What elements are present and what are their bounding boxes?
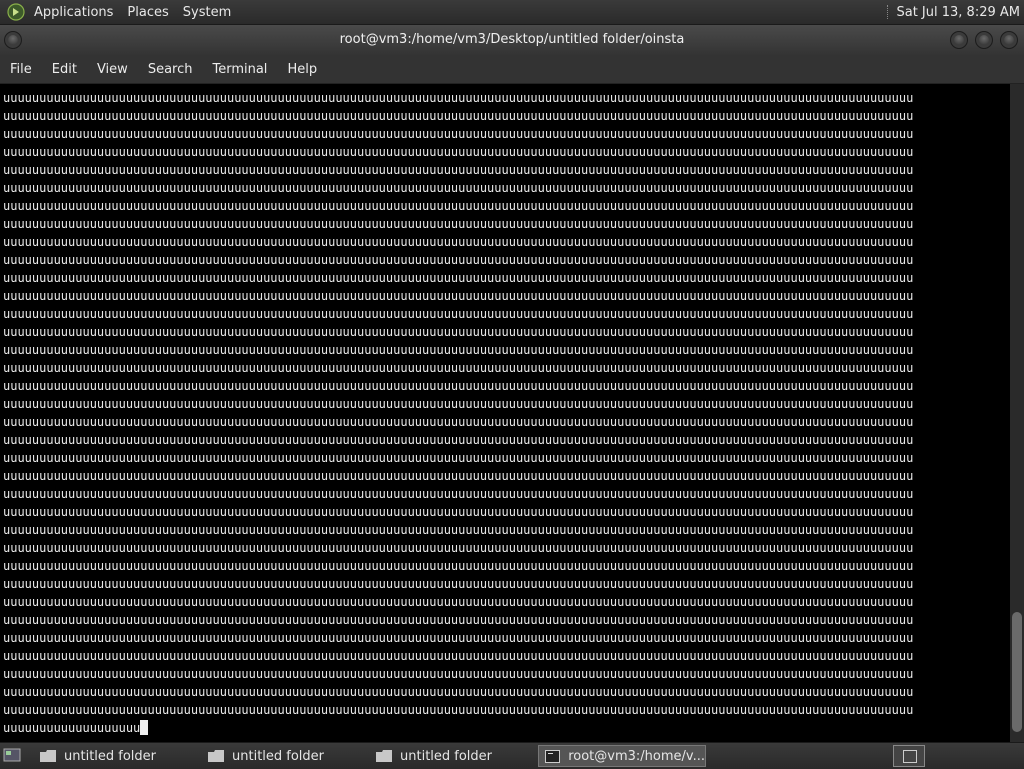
menubar: File Edit View Search Terminal Help — [0, 56, 1024, 84]
taskbar-item-terminal[interactable]: root@vm3:/home/v... — [538, 745, 706, 767]
window-title: root@vm3:/home/vm3/Desktop/untitled fold… — [339, 32, 685, 47]
menu-file[interactable]: File — [0, 62, 42, 77]
terminal-cursor — [140, 720, 149, 735]
show-desktop-icon[interactable] — [3, 747, 21, 763]
terminal-icon — [545, 749, 561, 763]
minimize-button[interactable] — [950, 31, 968, 49]
bottom-panel: untitled folder untitled folder untitled… — [0, 742, 1024, 769]
taskbar-item-folder-3[interactable]: untitled folder — [370, 745, 538, 767]
terminal-scrollbar[interactable] — [1010, 84, 1024, 742]
workspace-switcher[interactable] — [893, 745, 925, 767]
taskbar-item-label: untitled folder — [232, 748, 325, 764]
taskbar-item-label: untitled folder — [64, 748, 157, 764]
taskbar-item-folder-2[interactable]: untitled folder — [202, 745, 370, 767]
folder-icon — [40, 750, 56, 762]
menu-help[interactable]: Help — [277, 62, 327, 77]
applications-menu[interactable]: Applications — [27, 5, 120, 20]
clock-area: Sat Jul 13, 8:29 AM — [887, 0, 1020, 24]
top-panel: Applications Places System Sat Jul 13, 8… — [0, 0, 1024, 25]
close-button[interactable] — [1000, 31, 1018, 49]
folder-icon — [208, 750, 224, 762]
menu-terminal[interactable]: Terminal — [202, 62, 277, 77]
scrollbar-thumb[interactable] — [1012, 612, 1022, 732]
taskbar-item-label: untitled folder — [400, 748, 493, 764]
terminal-output[interactable]: uuuuuuuuuuuuuuuuuuuuuuuuuuuuuuuuuuuuuuuu… — [0, 84, 1010, 742]
taskbar-item-label: root@vm3:/home/v... — [568, 748, 705, 764]
terminal-text: uuuuuuuuuuuuuuuuuuuuuuuuuuuuuuuuuuuuuuuu… — [3, 91, 914, 735]
panel-separator — [887, 5, 890, 19]
folder-icon — [376, 750, 392, 762]
clock[interactable]: Sat Jul 13, 8:29 AM — [896, 5, 1020, 20]
places-menu[interactable]: Places — [120, 5, 175, 20]
menu-edit[interactable]: Edit — [42, 62, 87, 77]
system-menu[interactable]: System — [176, 5, 238, 20]
window-titlebar[interactable]: root@vm3:/home/vm3/Desktop/untitled fold… — [0, 25, 1024, 56]
mate-logo-icon[interactable] — [7, 3, 25, 21]
menu-search[interactable]: Search — [138, 62, 203, 77]
taskbar-item-folder-1[interactable]: untitled folder — [34, 745, 202, 767]
menu-view[interactable]: View — [87, 62, 138, 77]
maximize-button[interactable] — [975, 31, 993, 49]
